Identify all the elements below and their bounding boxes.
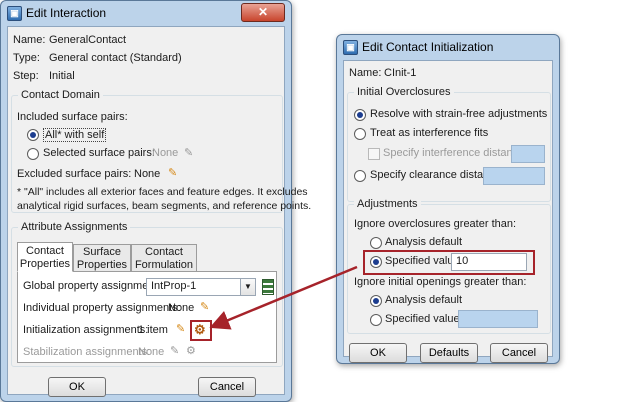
contact-init-client: Name: CInit-1 Initial Overclosures Resol… xyxy=(343,60,553,363)
analysis-default-1-label[interactable]: Analysis default xyxy=(385,236,462,248)
selected-pairs-value: None xyxy=(152,147,179,159)
excluded-pairs-label: Excluded surface pairs: xyxy=(17,168,132,180)
contact-init-titlebar[interactable]: ▣ Edit Contact Initialization xyxy=(337,35,559,59)
close-button[interactable]: ✕ xyxy=(241,3,285,22)
ok-button[interactable]: OK xyxy=(349,343,407,363)
chevron-down-icon[interactable]: ▼ xyxy=(240,279,255,295)
edit-excluded-pencil-icon[interactable]: ✎ xyxy=(168,166,177,179)
edit-selected-pencil-icon: ✎ xyxy=(184,147,194,159)
treat-radio[interactable] xyxy=(354,128,366,140)
attribute-assignments-title: Attribute Assignments xyxy=(18,221,131,233)
edit-individual-pencil-icon[interactable]: ✎ xyxy=(200,300,209,313)
clearance-distance-input xyxy=(483,167,545,185)
stabilization-manager-icon: ⚙ xyxy=(186,345,196,357)
tab-contact-formulation-line1: Contact xyxy=(145,246,183,258)
adjustments-title: Adjustments xyxy=(354,198,421,210)
interference-distance-input xyxy=(511,145,545,163)
initialization-manager-icon[interactable]: ⚙ xyxy=(194,322,206,338)
note-line-1: * "All" includes all exterior faces and … xyxy=(17,186,308,198)
note-line-2: analytical rigid surfaces, beam segments… xyxy=(17,200,312,212)
tab-panel: Global property assignment: IntProp-1 ▼ … xyxy=(17,271,277,363)
global-assignment-select[interactable]: IntProp-1 ▼ xyxy=(146,278,256,296)
step-value: Initial xyxy=(49,70,75,82)
global-assignment-label: Global property assignment: xyxy=(23,280,161,292)
specify-interference-checkbox xyxy=(368,148,380,160)
specified-value-1-input[interactable]: 10 xyxy=(451,253,527,271)
ignore-openings-label: Ignore initial openings greater than: xyxy=(354,276,527,288)
defaults-button[interactable]: Defaults xyxy=(420,343,478,363)
selected-pairs-label[interactable]: Selected surface pairs: xyxy=(43,147,155,159)
ignore-overclosures-label: Ignore overclosures greater than: xyxy=(354,218,517,230)
analysis-default-2-radio[interactable] xyxy=(370,295,382,307)
name-label: Name: xyxy=(13,34,46,46)
window-title: Edit Contact Initialization xyxy=(362,40,494,54)
stabilization-assignments-label: Stabilization assignments: xyxy=(23,346,151,358)
name-value: GeneralContact xyxy=(49,34,127,46)
initial-overclosures-group: Initial Overclosures Resolve with strain… xyxy=(347,86,551,202)
tab-contact-properties-line2: Properties xyxy=(19,258,71,270)
type-value: General contact (Standard) xyxy=(49,52,182,64)
resolve-radio[interactable] xyxy=(354,109,366,121)
individual-assignments-label: Individual property assignments: xyxy=(23,302,181,314)
property-manager-icon[interactable] xyxy=(262,279,274,295)
edit-stabilization-pencil-icon: ✎ xyxy=(170,345,180,357)
edit-interaction-client: Name: GeneralContact Type: General conta… xyxy=(7,26,311,397)
contact-domain-title: Contact Domain xyxy=(18,89,103,101)
specified-value-2-radio[interactable] xyxy=(370,314,382,326)
app-icon: ▣ xyxy=(343,40,358,55)
ok-button[interactable]: OK xyxy=(48,377,106,397)
individual-assignments-value: None xyxy=(168,302,195,314)
tab-contact-properties[interactable]: Contact Properties xyxy=(17,242,73,272)
analysis-default-2-label[interactable]: Analysis default xyxy=(385,294,462,306)
edit-interaction-window: ▣ Edit Interaction ✕ Name: GeneralContac… xyxy=(0,0,311,402)
close-icon: ✕ xyxy=(257,5,269,19)
tab-surface-properties-line1: Surface xyxy=(83,246,121,258)
included-pairs-label: Included surface pairs: xyxy=(17,111,128,123)
name-value: CInit-1 xyxy=(384,67,417,79)
stabilization-assignments-value: None xyxy=(138,346,165,358)
global-assignment-value: IntProp-1 xyxy=(151,280,197,292)
tab-contact-formulation[interactable]: Contact Formulation xyxy=(131,244,197,272)
analysis-default-1-radio[interactable] xyxy=(370,237,382,249)
cancel-button[interactable]: Cancel xyxy=(198,377,256,397)
specified-value-2-input xyxy=(458,310,538,328)
attribute-assignments-group: Attribute Assignments Contact Properties… xyxy=(11,221,283,367)
specified-value-2-label[interactable]: Specified value: xyxy=(385,313,463,325)
all-with-self-radio[interactable] xyxy=(27,129,39,141)
tab-surface-properties[interactable]: Surface Properties xyxy=(73,244,131,272)
selected-pairs-radio[interactable] xyxy=(27,148,39,160)
specify-clearance-radio[interactable] xyxy=(354,170,366,182)
cancel-button[interactable]: Cancel xyxy=(490,343,548,363)
edit-contact-init-window: ▣ Edit Contact Initialization Name: CIni… xyxy=(336,34,560,364)
tab-contact-properties-line1: Contact xyxy=(26,245,64,257)
adjustments-group: Adjustments Ignore overclosures greater … xyxy=(347,198,551,334)
step-label: Step: xyxy=(13,70,39,82)
app-icon: ▣ xyxy=(7,6,22,21)
type-label: Type: xyxy=(13,52,40,64)
excluded-pairs-value: None xyxy=(134,168,161,180)
initialization-assignments-value: 1 item xyxy=(138,324,168,336)
specify-interference-label: Specify interference distance: xyxy=(383,147,528,159)
initialization-assignments-label: Initialization assignments: xyxy=(23,324,149,336)
window-title: Edit Interaction xyxy=(26,6,107,20)
specified-value-1-radio[interactable] xyxy=(370,256,382,268)
all-with-self-label[interactable]: All* with self xyxy=(43,128,107,142)
edit-initialization-pencil-icon[interactable]: ✎ xyxy=(176,322,185,335)
contact-domain-group: Contact Domain Included surface pairs: A… xyxy=(11,89,311,213)
treat-label[interactable]: Treat as interference fits xyxy=(370,127,488,139)
name-label: Name: xyxy=(349,67,382,79)
initial-overclosures-title: Initial Overclosures xyxy=(354,86,454,98)
edit-interaction-titlebar[interactable]: ▣ Edit Interaction ✕ xyxy=(1,1,291,25)
resolve-label[interactable]: Resolve with strain-free adjustments xyxy=(370,108,547,120)
